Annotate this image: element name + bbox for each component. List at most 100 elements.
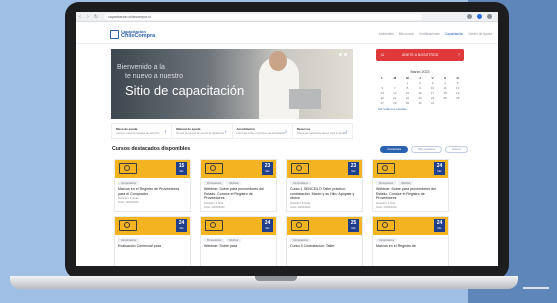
calendar-day[interactable]: 5 (451, 81, 464, 85)
calendar-day[interactable]: 23 (414, 96, 427, 100)
course-card[interactable]: 23 Mar Proveedores Webinar Webinar: Sobre pa… (200, 159, 277, 212)
info-link-desc: Infórmate sobre el proceso de acreditaci… (236, 132, 286, 135)
course-title[interactable]: Marcos en el Registro de (373, 242, 448, 249)
calendar-day[interactable]: 19 (451, 91, 464, 95)
site-logo[interactable]: Capacitación ChileCompra (110, 29, 160, 42)
course-title[interactable]: Marcos en el Registro de Proveedores par… (115, 185, 190, 196)
course-date-day: 23 (264, 163, 271, 169)
course-date-badge: 24 Mar (262, 219, 273, 232)
back-icon[interactable]: ‹ (76, 14, 84, 20)
course-title[interactable]: Evaluación Comercial para (115, 242, 190, 249)
course-card[interactable]: 24 Mar Compradores Marcos en el Registro de (372, 216, 449, 266)
course-title[interactable]: Webinar: Sobre para proveedores del Esta… (201, 185, 276, 201)
calendar-day[interactable]: 18 (439, 91, 452, 95)
info-link-desc: Conoce nuestros canales de atención (116, 132, 160, 135)
nav-item[interactable]: Mis cursos (399, 32, 414, 36)
calendar-day[interactable]: 21 (389, 96, 402, 100)
hero-line-2: te nuevo a nuestro (125, 73, 183, 80)
course-card[interactable]: 25 Mar Compradores Curso 4 Contratación: Ta… (286, 216, 363, 266)
calendar-day[interactable]: 31 (426, 101, 439, 105)
hero-banner: Bienvenido a la te nuevo a nuestro Sitio… (111, 49, 353, 119)
course-tag: Compradores (118, 181, 140, 185)
calendar-day[interactable]: 26 (451, 96, 464, 100)
events-calendar: Marzo 2023 L M M J V S D 1 2 3 4 5 6 7 8 9 10 11 12 13 14 15 1… (376, 70, 464, 120)
course-tags: Compradores (287, 178, 362, 185)
course-card[interactable]: 24 Mar Compradores Evaluación Comercial par… (114, 216, 191, 266)
calendar-more-link[interactable]: Ver todos los eventos (376, 107, 464, 111)
calendar-day[interactable]: 8 (401, 86, 414, 90)
join-button[interactable]: ☺ ÚNETE A NOSOTROS › (376, 49, 464, 61)
calendar-day[interactable]: 12 (451, 86, 464, 90)
carousel-dots[interactable] (339, 53, 347, 56)
course-title[interactable]: Webinar: Sobre para (201, 242, 276, 249)
hero-line-1: Bienvenido a la (117, 64, 165, 71)
course-title[interactable]: Curso 1 SENCE/LO Taller práctico: contra… (287, 185, 362, 201)
info-link-item[interactable]: Recursos Descarga material de apoyo para … (293, 124, 352, 138)
course-tag: Proveedores (376, 181, 397, 185)
course-tags: Compradores (373, 235, 448, 242)
browser-toolbar: ‹ › ↻ capacitacion.chilecompra.cl (76, 12, 498, 22)
calendar-day[interactable]: 7 (389, 86, 402, 90)
course-tags: Compradores (287, 235, 362, 242)
info-link-title: Mesa de ayuda (116, 127, 138, 131)
course-card-image: 24 Mar (373, 217, 448, 235)
course-tag: Compradores (290, 181, 312, 185)
nav-item[interactable]: Certificaciones (419, 32, 440, 36)
calendar-day[interactable]: 16 (414, 91, 427, 95)
course-tag: Webinar (398, 181, 414, 185)
calendar-day[interactable]: 2 (414, 81, 427, 85)
filter-tab[interactable]: Nuevos (445, 146, 468, 153)
calendar-day[interactable]: 6 (376, 86, 389, 90)
course-tags: Proveedores Webinar (373, 178, 448, 185)
calendar-day (439, 101, 452, 105)
calendar-day[interactable]: 3 (426, 81, 439, 85)
info-link-item[interactable]: Manual de ayuda Revisa el manual de uso d… (172, 124, 233, 138)
presenter-icon (296, 165, 302, 171)
course-tags: Compradores (115, 178, 190, 185)
course-card[interactable]: 23 Mar Compradores Curso 1 SENCE/LO Taller … (286, 159, 363, 212)
nav-item[interactable]: Capacitación (445, 32, 463, 36)
course-date-badge: 24 Mar (434, 162, 445, 175)
filter-tab[interactable]: Destacados (380, 146, 409, 153)
forward-icon[interactable]: › (84, 14, 92, 20)
presenter-icon (210, 165, 216, 171)
reload-icon[interactable]: ↻ (92, 14, 100, 20)
nav-item[interactable]: Centro de Ayuda (468, 32, 492, 36)
info-link-desc: Descarga material de apoyo para tu gesti… (296, 132, 348, 135)
calendar-day[interactable]: 1 (401, 81, 414, 85)
star-icon[interactable] (467, 14, 472, 19)
info-link-item[interactable]: Acreditación Infórmate sobre el proceso d… (233, 124, 293, 138)
calendar-day[interactable]: 20 (376, 96, 389, 100)
calendar-day[interactable]: 11 (439, 86, 452, 90)
calendar-day[interactable]: 9 (414, 86, 427, 90)
extension-icon[interactable] (477, 14, 482, 19)
course-title[interactable]: Webinar: Sobre para proveedores del Esta… (373, 185, 448, 201)
profile-icon[interactable] (487, 14, 492, 19)
calendar-day[interactable]: 13 (376, 91, 389, 95)
calendar-day[interactable]: 22 (401, 96, 414, 100)
course-title[interactable]: Curso 4 Contratación: Taller (287, 242, 362, 249)
calendar-day[interactable]: 27 (376, 101, 389, 105)
calendar-day[interactable]: 15 (401, 91, 414, 95)
filter-tab[interactable]: Más populares (411, 146, 443, 153)
course-card[interactable]: 24 Mar Proveedores Webinar Webinar: Sobre pa… (200, 216, 277, 266)
course-date-month: Mar (351, 227, 356, 230)
calendar-weekday: V (431, 76, 434, 80)
calendar-day[interactable]: 17 (426, 91, 439, 95)
calendar-day[interactable]: 10 (426, 86, 439, 90)
calendar-day[interactable]: 24 (426, 96, 439, 100)
course-card[interactable]: 24 Mar Proveedores Webinar Webinar: Sobre pa… (372, 159, 449, 212)
course-card[interactable]: 15 Mar Compradores Marcos en el Registro de… (114, 159, 191, 212)
calendar-day[interactable]: 28 (389, 101, 402, 105)
course-card-image: 24 Mar (115, 217, 190, 235)
calendar-day[interactable]: 4 (439, 81, 452, 85)
calendar-day[interactable]: 29 (401, 101, 414, 105)
calendar-day[interactable]: 14 (389, 91, 402, 95)
calendar-day[interactable]: 25 (439, 96, 452, 100)
nav-item[interactable]: Ambientes (379, 32, 394, 36)
course-date-month: Mar (265, 170, 270, 173)
course-date-month: Mar (351, 170, 356, 173)
calendar-day[interactable]: 30 (414, 101, 427, 105)
address-bar[interactable]: capacitacion.chilecompra.cl (104, 13, 422, 20)
info-link-item[interactable]: Mesa de ayuda Conoce nuestros canales de … (112, 124, 173, 138)
